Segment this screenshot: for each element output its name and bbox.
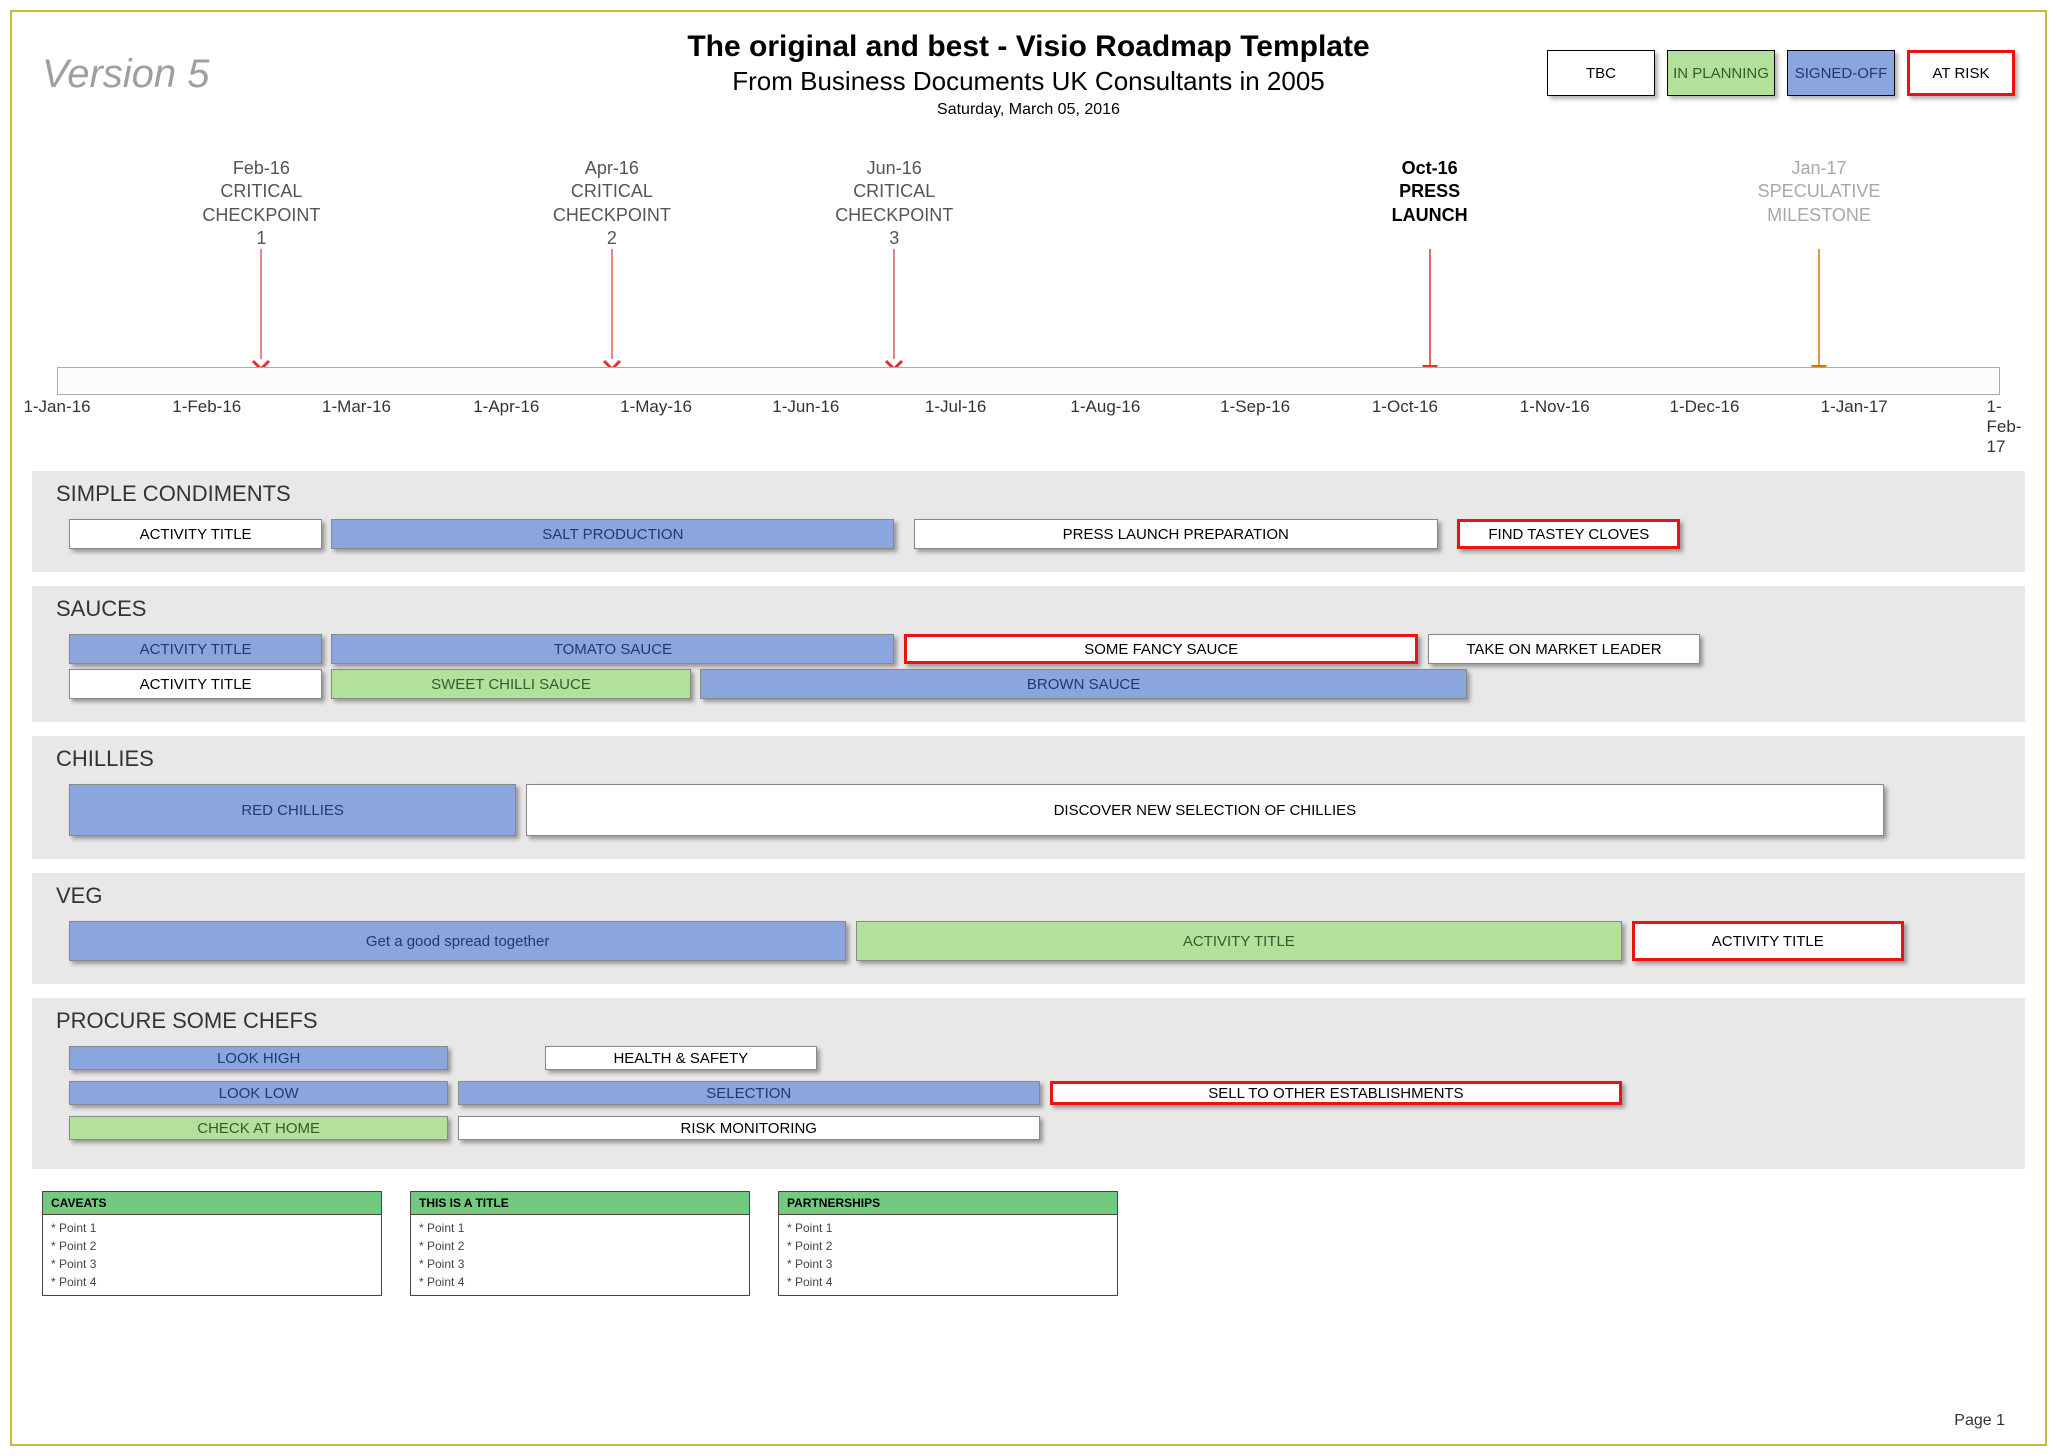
timeline-tick: 1-Jul-16	[925, 397, 986, 417]
timeline-tick: 1-Nov-16	[1520, 397, 1590, 417]
section-title: VEG	[56, 883, 2007, 909]
milestone: Apr-16CRITICALCHECKPOINT2	[522, 157, 702, 251]
timeline-bar	[57, 367, 2000, 395]
roadmap-section: PROCURE SOME CHEFS LOOK HIGH HEALTH & SAFE…	[32, 998, 2025, 1169]
section-title: CHILLIES	[56, 746, 2007, 772]
roadmap-section: SAUCES ACTIVITY TITLE TOMATO SAUCE SOME FAN…	[32, 586, 2025, 722]
page-number: Page 1	[1954, 1412, 2005, 1430]
section-row: ACTIVITY TITLE SWEET CHILLI SAUCE BROWN SA…	[50, 669, 2007, 699]
timeline-tick: 1-Feb-16	[172, 397, 241, 417]
section-title: SIMPLE CONDIMENTS	[56, 481, 2007, 507]
timeline-tick: 1-Oct-16	[1372, 397, 1438, 417]
activity-bar: SOME FANCY SAUCE	[904, 634, 1418, 664]
roadmap-page: Version 5 The original and best - Visio …	[10, 10, 2047, 1446]
activity-bar: RED CHILLIES	[69, 784, 515, 836]
header: Version 5 The original and best - Visio …	[12, 12, 2045, 127]
milestone: Oct-16PRESSLAUNCH	[1340, 157, 1520, 227]
footer-box-body: * Point 1* Point 2* Point 3* Point 4	[43, 1215, 381, 1295]
legend-signedoff: SIGNED-OFF	[1787, 50, 1895, 96]
section-title: PROCURE SOME CHEFS	[56, 1008, 2007, 1034]
timeline-tick: 1-Jun-16	[772, 397, 839, 417]
footer-box: PARTNERSHIPS* Point 1* Point 2* Point 3*…	[778, 1191, 1118, 1296]
activity-bar: BROWN SAUCE	[700, 669, 1467, 699]
activity-bar: ACTIVITY TITLE	[69, 669, 321, 699]
page-date: Saturday, March 05, 2016	[42, 101, 2015, 119]
footer-box: CAVEATS* Point 1* Point 2* Point 3* Poin…	[42, 1191, 382, 1296]
activity-bar: CHECK AT HOME	[69, 1116, 447, 1140]
activity-bar: ACTIVITY TITLE	[69, 634, 321, 664]
section-row: LOOK LOW SELECTION SELL TO OTHER ESTABLISH…	[50, 1081, 2007, 1111]
section-row: Get a good spread together ACTIVITY TITLE…	[50, 921, 2007, 961]
legend-inplanning: IN PLANNING	[1667, 50, 1775, 96]
timeline-tick: 1-Dec-16	[1669, 397, 1739, 417]
activity-bar: LOOK LOW	[69, 1081, 447, 1105]
legend: TBC IN PLANNING SIGNED-OFF AT RISK	[1547, 50, 2015, 96]
roadmap-section: SIMPLE CONDIMENTS ACTIVITY TITLE SALT PROD…	[32, 471, 2025, 572]
activity-bar: SELL TO OTHER ESTABLISHMENTS	[1050, 1081, 1623, 1105]
milestone: Jun-16CRITICALCHECKPOINT3	[804, 157, 984, 251]
version-label: Version 5	[42, 52, 210, 97]
section-row: RED CHILLIESDISCOVER NEW SELECTION OF CH…	[50, 784, 2007, 836]
activity-bar: ACTIVITY TITLE	[856, 921, 1623, 961]
activity-bar: TAKE ON MARKET LEADER	[1428, 634, 1700, 664]
section-row: CHECK AT HOME RISK MONITORING	[50, 1116, 2007, 1146]
timeline-tick: 1-Jan-17	[1821, 397, 1888, 417]
activity-bar: HEALTH & SAFETY	[545, 1046, 817, 1070]
activity-bar: Get a good spread together	[69, 921, 845, 961]
sections-container: SIMPLE CONDIMENTS ACTIVITY TITLE SALT PROD…	[32, 471, 2025, 1169]
section-row: LOOK HIGH HEALTH & SAFETY	[50, 1046, 2007, 1076]
timeline-tick: 1-Feb-17	[1987, 397, 2022, 457]
legend-atrisk: AT RISK	[1907, 50, 2015, 96]
footer-box-body: * Point 1* Point 2* Point 3* Point 4	[411, 1215, 749, 1295]
activity-bar: SELECTION	[458, 1081, 1040, 1105]
roadmap-section: VEG Get a good spread together ACTIVITY TI…	[32, 873, 2025, 984]
activity-bar: TOMATO SAUCE	[331, 634, 894, 664]
footer-box: THIS IS A TITLE* Point 1* Point 2* Point…	[410, 1191, 750, 1296]
roadmap-section: CHILLIES RED CHILLIESDISCOVER NEW SELECTI…	[32, 736, 2025, 859]
timeline-tick: 1-Apr-16	[473, 397, 539, 417]
timeline-tick: 1-Jan-16	[23, 397, 90, 417]
milestone: Feb-16CRITICALCHECKPOINT1	[171, 157, 351, 251]
activity-bar: ACTIVITY TITLE	[1632, 921, 1904, 961]
activity-bar: RISK MONITORING	[458, 1116, 1040, 1140]
footer-box-body: * Point 1* Point 2* Point 3* Point 4	[779, 1215, 1117, 1295]
activity-bar: PRESS LAUNCH PREPARATION	[914, 519, 1438, 549]
section-title: SAUCES	[56, 596, 2007, 622]
activity-bar: SALT PRODUCTION	[331, 519, 894, 549]
legend-tbc: TBC	[1547, 50, 1655, 96]
milestone: Jan-17SPECULATIVEMILESTONE	[1729, 157, 1909, 227]
footer-boxes: CAVEATS* Point 1* Point 2* Point 3* Poin…	[42, 1191, 2015, 1296]
footer-box-title: THIS IS A TITLE	[411, 1192, 749, 1215]
timeline: Feb-16CRITICALCHECKPOINT1 Apr-16CRITICALC…	[42, 157, 2015, 457]
section-row: ACTIVITY TITLE SALT PRODUCTION PRESS LAUNC…	[50, 519, 2007, 549]
activity-bar: SWEET CHILLI SAUCE	[331, 669, 690, 699]
activity-bar: LOOK HIGH	[69, 1046, 447, 1070]
footer-box-title: CAVEATS	[43, 1192, 381, 1215]
timeline-tick: 1-Aug-16	[1070, 397, 1140, 417]
timeline-tick: 1-Sep-16	[1220, 397, 1290, 417]
timeline-tick: 1-May-16	[620, 397, 692, 417]
activity-bar: DISCOVER NEW SELECTION OF CHILLIES	[526, 784, 1885, 836]
section-row: ACTIVITY TITLE TOMATO SAUCE SOME FANCY SAU…	[50, 634, 2007, 664]
footer-box-title: PARTNERSHIPS	[779, 1192, 1117, 1215]
timeline-tick: 1-Mar-16	[322, 397, 391, 417]
activity-bar: FIND TASTEY CLOVES	[1457, 519, 1680, 549]
activity-bar: ACTIVITY TITLE	[69, 519, 321, 549]
